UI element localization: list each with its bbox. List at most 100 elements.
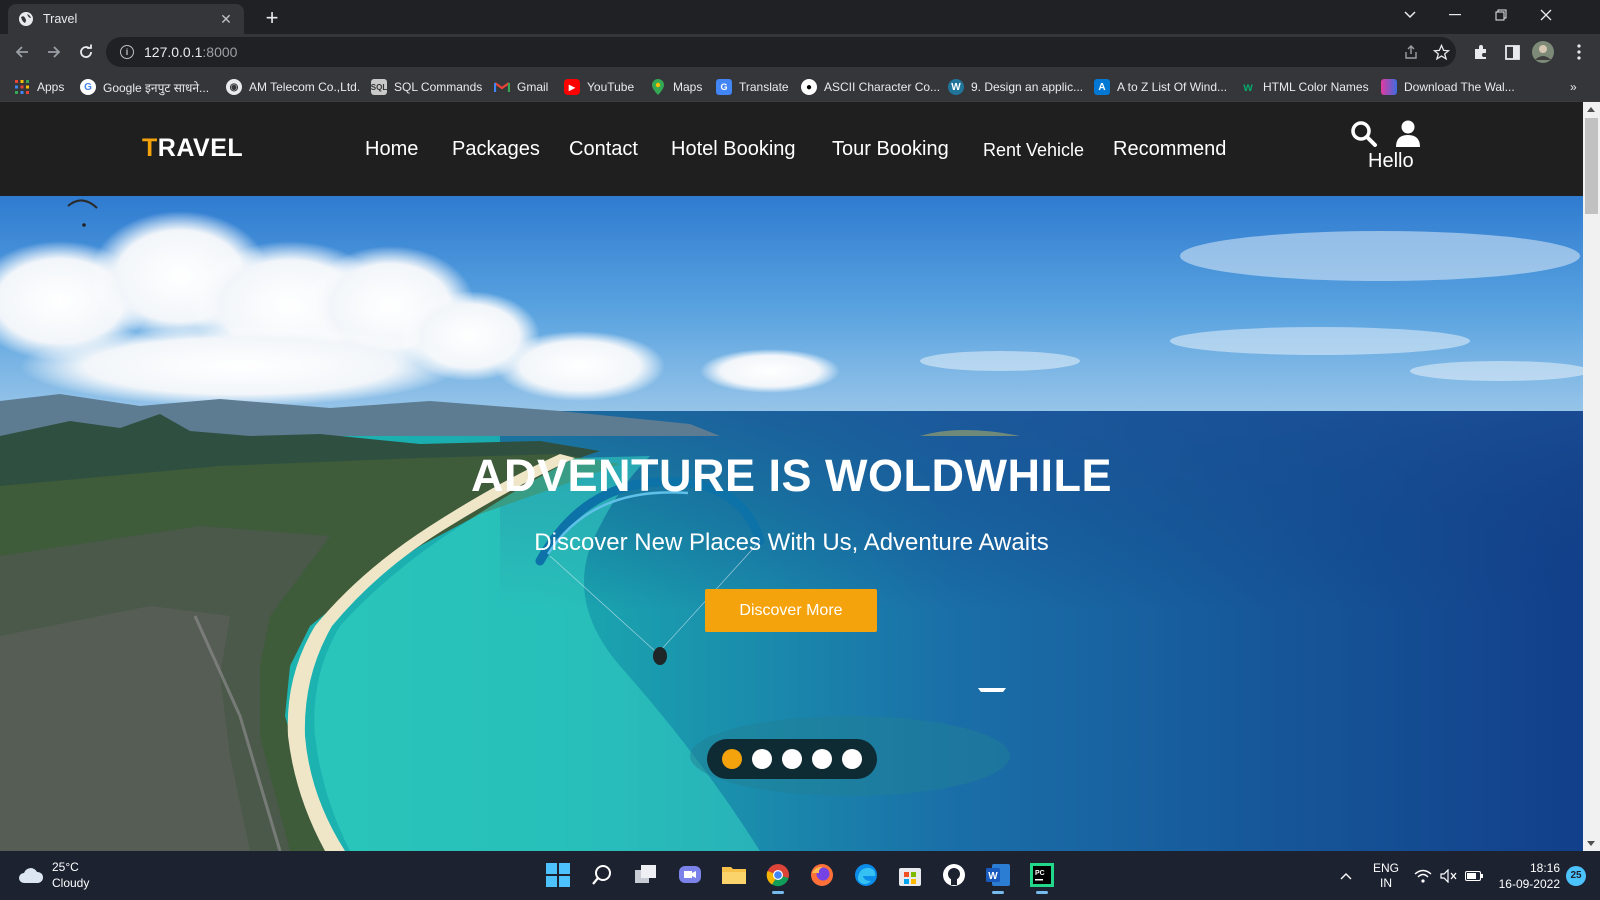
minimize-button[interactable] bbox=[1432, 0, 1478, 30]
bookmark-label: Google इनपुट साधने... bbox=[103, 80, 210, 95]
bookmark-html-colors[interactable]: w HTML Color Names bbox=[1240, 78, 1369, 96]
teams-chat-button[interactable] bbox=[674, 859, 706, 891]
bookmark-apps[interactable]: Apps bbox=[14, 78, 64, 96]
extensions-icon[interactable] bbox=[1470, 41, 1492, 63]
notification-center[interactable]: 25 bbox=[1566, 851, 1586, 900]
page-scrollbar[interactable] bbox=[1583, 102, 1600, 851]
taskbar-search[interactable] bbox=[586, 859, 618, 891]
language-code: ENG bbox=[1373, 860, 1400, 875]
bookmarks-overflow-icon[interactable]: » bbox=[1570, 78, 1577, 96]
tab-search-icon[interactable] bbox=[1387, 0, 1433, 30]
discover-more-button[interactable]: Discover More bbox=[705, 589, 877, 632]
edge-taskbar-button[interactable] bbox=[850, 859, 882, 891]
bookmark-sql-commands[interactable]: SQL SQL Commands bbox=[371, 78, 482, 96]
bookmark-ascii[interactable]: ● ASCII Character Co... bbox=[801, 78, 940, 96]
hero-subtitle: Discover New Places With Us, Adventure A… bbox=[534, 529, 1049, 556]
site-header: TRAVEL Home Packages Contact Hotel Booki… bbox=[0, 102, 1583, 196]
slider-dot-5[interactable] bbox=[842, 749, 862, 769]
chrome-taskbar-button[interactable] bbox=[762, 859, 794, 894]
back-button[interactable] bbox=[8, 38, 36, 66]
bookmark-label: ASCII Character Co... bbox=[824, 80, 941, 94]
bookmark-am-telecom[interactable]: ◉ AM Telecom Co.,Ltd. bbox=[226, 78, 360, 96]
scroll-down-icon[interactable] bbox=[1587, 841, 1595, 846]
address-bar[interactable]: i 127.0.0.1:8000 bbox=[106, 37, 1456, 67]
search-icon bbox=[592, 865, 611, 885]
bookmark-youtube[interactable]: ▶ YouTube bbox=[564, 78, 634, 96]
task-view-icon bbox=[635, 865, 656, 883]
svg-text:W: W bbox=[988, 871, 998, 882]
nav-packages[interactable]: Packages bbox=[452, 138, 540, 161]
store-taskbar-button[interactable] bbox=[894, 859, 926, 891]
share-icon[interactable] bbox=[1400, 41, 1422, 63]
weather-widget[interactable]: 25°C Cloudy bbox=[18, 859, 89, 891]
site-info-icon[interactable]: i bbox=[120, 45, 134, 59]
bookmark-translate[interactable]: G Translate bbox=[716, 78, 789, 96]
restore-button[interactable] bbox=[1478, 0, 1524, 30]
w3-icon: w bbox=[1243, 80, 1253, 94]
battery-icon[interactable] bbox=[1465, 851, 1483, 900]
wifi-icon[interactable] bbox=[1414, 851, 1432, 900]
hero-slider: ADVENTURE IS WOLDWHILE Discover New Plac… bbox=[0, 196, 1583, 851]
windows-list-icon: A bbox=[1094, 79, 1110, 95]
tab-close-icon[interactable]: ✕ bbox=[218, 11, 234, 27]
tray-overflow-icon[interactable] bbox=[1340, 851, 1352, 900]
store-icon bbox=[899, 868, 921, 886]
site-logo[interactable]: TRAVEL bbox=[142, 134, 243, 163]
volume-muted-icon[interactable] bbox=[1440, 851, 1458, 900]
scroll-up-icon[interactable] bbox=[1587, 107, 1595, 112]
word-taskbar-button[interactable]: W bbox=[982, 859, 1014, 894]
bookmark-gmail[interactable]: Gmail bbox=[494, 78, 548, 96]
search-icon[interactable] bbox=[1350, 120, 1378, 148]
nav-recommend[interactable]: Recommend bbox=[1113, 138, 1226, 161]
firefox-taskbar-button[interactable] bbox=[806, 859, 838, 891]
bookmark-label: 9. Design an applic... bbox=[971, 80, 1084, 94]
task-view-button[interactable] bbox=[630, 859, 662, 891]
region-code: IN bbox=[1380, 875, 1392, 890]
bookmark-google-input[interactable]: G Google इनपुट साधने... bbox=[80, 78, 209, 96]
reload-button[interactable] bbox=[72, 38, 100, 66]
back-arrow-icon bbox=[15, 46, 28, 58]
bookmark-label: YouTube bbox=[587, 80, 635, 94]
bookmark-label: Gmail bbox=[517, 80, 549, 94]
start-button[interactable] bbox=[542, 859, 574, 891]
slider-dot-2[interactable] bbox=[752, 749, 772, 769]
bookmark-label: Download The Wal... bbox=[1404, 80, 1515, 94]
bookmark-star-icon[interactable] bbox=[1430, 41, 1452, 63]
bookmark-windows-list[interactable]: A A to Z List Of Wind... bbox=[1094, 78, 1227, 96]
bookmarks-bar: Apps G Google इनपुट साधने... ◉ AM Teleco… bbox=[0, 70, 1600, 102]
close-window-button[interactable] bbox=[1523, 0, 1569, 30]
slider-dot-3[interactable] bbox=[782, 749, 802, 769]
weather-condition: Cloudy bbox=[52, 876, 90, 890]
user-greeting[interactable]: Hello bbox=[1368, 150, 1414, 173]
forward-button[interactable] bbox=[40, 38, 68, 66]
youtube-icon: ▶ bbox=[564, 79, 580, 95]
wordpress-icon: W bbox=[948, 79, 964, 95]
slider-pagination bbox=[707, 739, 877, 779]
slider-dot-1[interactable] bbox=[722, 749, 742, 769]
bookmark-maps[interactable]: Maps bbox=[650, 78, 702, 96]
nav-contact[interactable]: Contact bbox=[569, 138, 638, 161]
clock[interactable]: 18:16 16-09-2022 bbox=[1494, 851, 1560, 900]
bookmark-design-app[interactable]: W 9. Design an applic... bbox=[948, 78, 1083, 96]
file-explorer-button[interactable] bbox=[718, 859, 750, 891]
side-panel-icon[interactable] bbox=[1501, 41, 1523, 63]
bookmark-download-wall[interactable]: Download The Wal... bbox=[1381, 78, 1515, 96]
language-indicator[interactable]: ENG IN bbox=[1373, 851, 1399, 900]
pycharm-taskbar-button[interactable]: PC bbox=[1026, 859, 1058, 894]
chrome-menu-icon[interactable] bbox=[1568, 41, 1590, 63]
nav-hotel-booking[interactable]: Hotel Booking bbox=[671, 138, 796, 161]
user-icon[interactable] bbox=[1396, 120, 1420, 148]
browser-tab-travel[interactable]: Travel ✕ bbox=[8, 4, 244, 34]
nav-home[interactable]: Home bbox=[365, 138, 418, 161]
forward-arrow-icon bbox=[48, 46, 61, 58]
nav-tour-booking[interactable]: Tour Booking bbox=[832, 138, 949, 161]
slider-dot-4[interactable] bbox=[812, 749, 832, 769]
profile-avatar[interactable] bbox=[1532, 41, 1554, 63]
nav-rent-vehicle[interactable]: Rent Vehicle bbox=[983, 140, 1084, 161]
scrollbar-thumb[interactable] bbox=[1585, 118, 1598, 214]
github-taskbar-button[interactable] bbox=[938, 859, 970, 891]
bookmark-label: HTML Color Names bbox=[1263, 80, 1369, 94]
new-tab-button[interactable]: + bbox=[260, 5, 284, 30]
svg-text:PC: PC bbox=[1035, 870, 1045, 877]
folder-icon bbox=[722, 867, 746, 884]
